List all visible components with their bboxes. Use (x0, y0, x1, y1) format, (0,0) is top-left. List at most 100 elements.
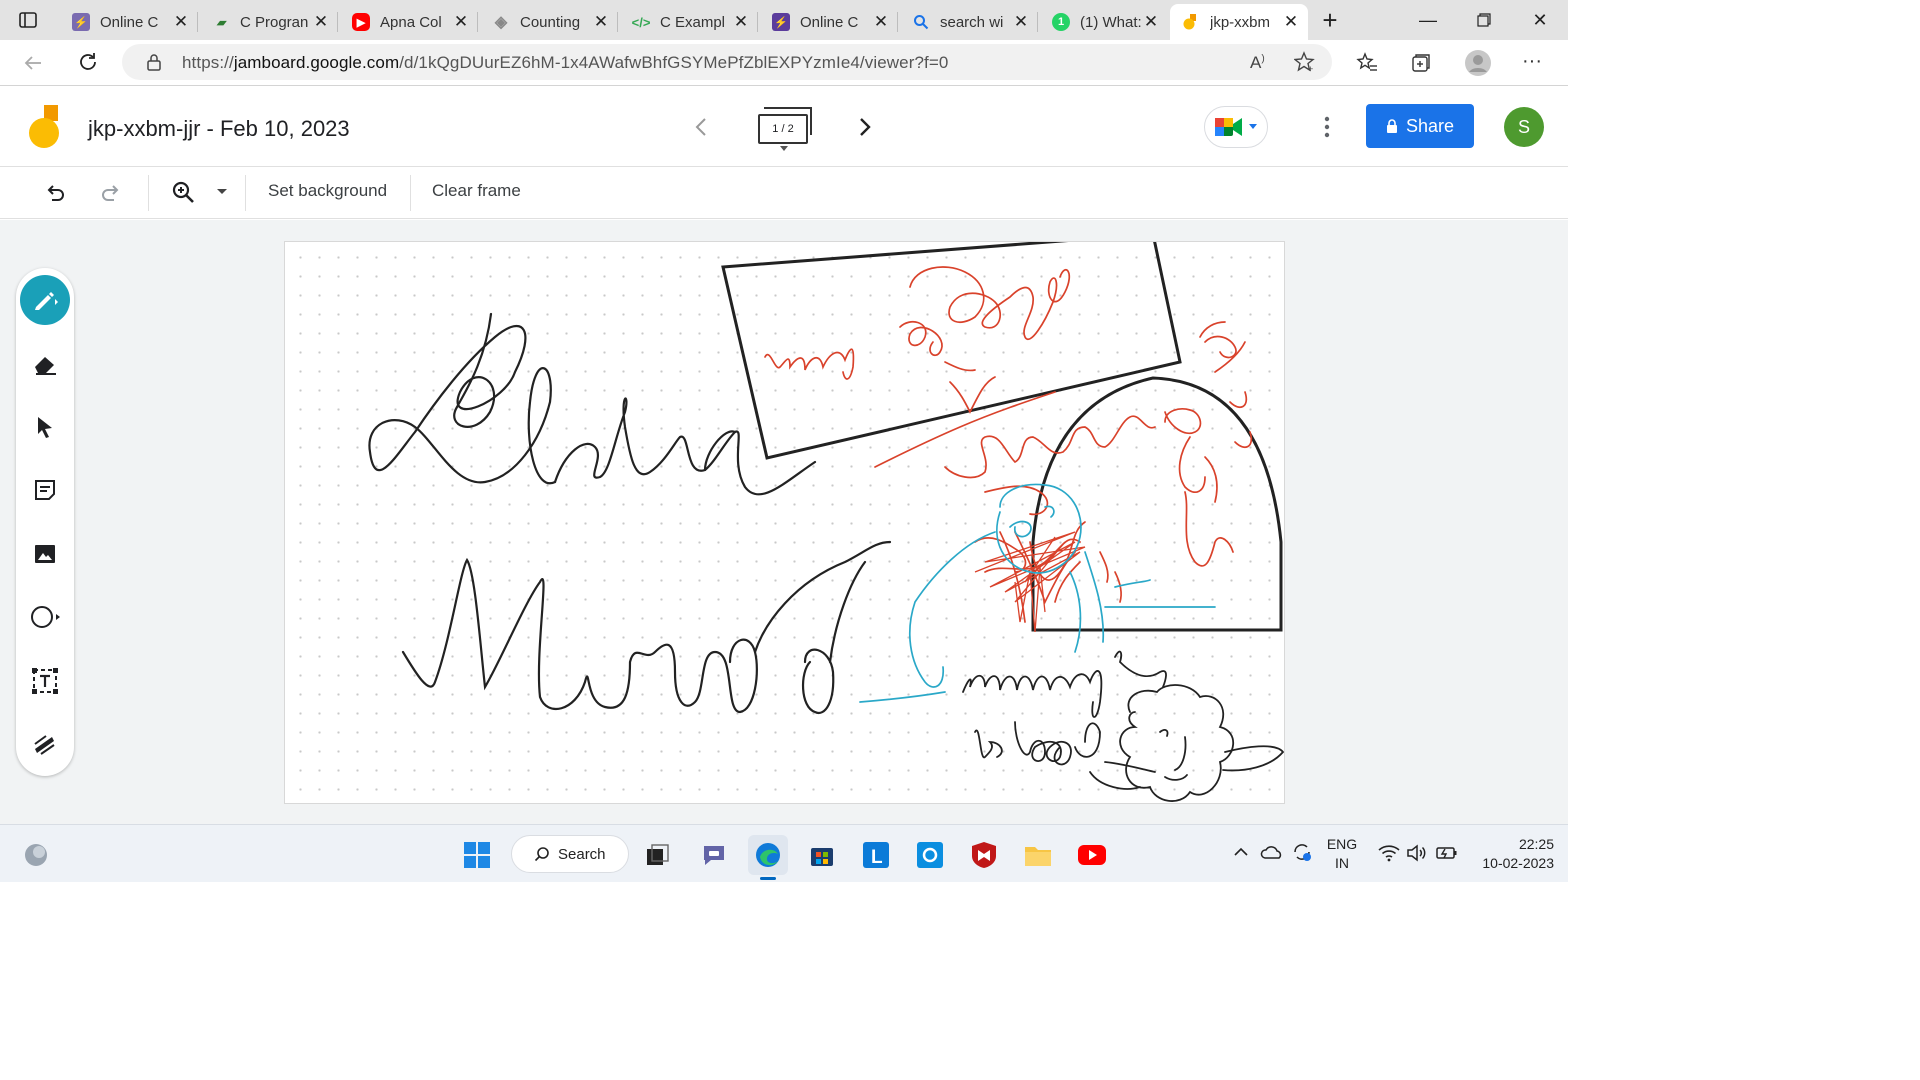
close-tab-icon[interactable]: ✕ (1142, 12, 1160, 32)
show-hidden-icons[interactable] (1234, 847, 1248, 857)
taskbar-search[interactable]: Search (511, 835, 629, 873)
chevron-down-icon[interactable] (779, 146, 789, 152)
edge-browser-icon[interactable] (748, 835, 788, 875)
close-tab-icon[interactable]: ✕ (1282, 12, 1300, 32)
minimize-icon[interactable]: — (1402, 0, 1454, 40)
laser-tool[interactable] (20, 719, 70, 769)
shape-tool[interactable] (20, 592, 70, 642)
clear-frame-button[interactable]: Clear frame (432, 181, 521, 201)
clock-time: 22:25 (1518, 836, 1554, 852)
add-favorite-icon[interactable]: + (1294, 51, 1316, 73)
teams-chat-icon[interactable] (694, 835, 734, 875)
browser-tab[interactable]: ⚡ Online C ✕ (60, 4, 198, 40)
l-app-icon[interactable]: L (856, 835, 896, 875)
redo-icon[interactable] (100, 182, 122, 204)
lock-icon[interactable] (146, 53, 162, 71)
sticky-note-tool[interactable] (20, 465, 70, 515)
zoom-icon[interactable] (171, 180, 197, 206)
close-tab-icon[interactable]: ✕ (1012, 12, 1030, 32)
close-tab-icon[interactable]: ✕ (592, 12, 610, 32)
close-tab-icon[interactable]: ✕ (312, 12, 330, 32)
language-indicator[interactable]: ENG IN (1322, 836, 1362, 871)
eraser-tool[interactable] (20, 339, 70, 389)
browser-tab[interactable]: ▰ C Progran ✕ (200, 4, 338, 40)
chevron-down-icon (1248, 124, 1258, 130)
tab-title: Online C (800, 13, 859, 31)
cortana-app-icon[interactable] (910, 835, 950, 875)
set-background-button[interactable]: Set background (268, 181, 387, 201)
c-logo-icon: ▰ (216, 16, 226, 29)
previous-frame-icon[interactable] (694, 117, 708, 137)
face-sketch (1089, 684, 1284, 802)
store-icon[interactable] (802, 835, 842, 875)
text-box-tool[interactable] (20, 656, 70, 706)
more-options-icon[interactable]: ··· (1522, 50, 1542, 73)
close-window-icon[interactable]: ✕ (1514, 0, 1566, 40)
close-tab-icon[interactable]: ✕ (452, 12, 470, 32)
start-icon[interactable] (457, 835, 497, 875)
mcafee-icon[interactable] (964, 835, 1004, 875)
tab-title: Online C (100, 13, 159, 31)
code-icon: </> (631, 14, 651, 30)
image-tool[interactable] (20, 529, 70, 579)
favorites-icon[interactable] (1356, 52, 1378, 74)
tab-actions-icon[interactable] (18, 10, 38, 30)
next-frame-icon[interactable] (858, 117, 872, 137)
close-tab-icon[interactable]: ✕ (732, 12, 750, 32)
close-tab-icon[interactable]: ✕ (872, 12, 890, 32)
select-tool[interactable] (20, 402, 70, 452)
more-vert-icon[interactable] (1324, 115, 1330, 139)
collections-icon[interactable] (1410, 52, 1432, 74)
red-scribble-cluster (974, 531, 1086, 633)
side-toolbar (16, 268, 74, 776)
meet-button[interactable] (1204, 106, 1268, 148)
read-aloud-icon[interactable]: A) (1250, 53, 1265, 73)
browser-tab[interactable]: </> C Exampl ✕ (620, 4, 758, 40)
file-explorer-icon[interactable] (1018, 835, 1058, 875)
share-button[interactable]: Share (1366, 104, 1474, 148)
tab-title: C Exampl (660, 13, 726, 31)
tab-title: Apna Col (380, 13, 442, 31)
clock-date: 10-02-2023 (1482, 855, 1554, 871)
youtube-app-icon[interactable] (1072, 835, 1112, 875)
battery-icon[interactable] (1436, 845, 1458, 861)
svg-text:+: + (1308, 64, 1313, 73)
search-icon (534, 846, 550, 862)
arch-shape (1031, 376, 1283, 632)
frame-indicator[interactable]: 1 / 2 (758, 114, 808, 144)
back-icon[interactable] (22, 52, 44, 74)
task-view-icon[interactable] (638, 835, 678, 875)
clock[interactable]: 22:25 10-02-2023 (1470, 836, 1554, 871)
lightning-icon: ⚡ (772, 13, 790, 31)
wifi-icon[interactable] (1378, 844, 1400, 862)
jamboard-header: jkp-xxbm-jjr - Feb 10, 2023 1 / 2 Share … (0, 87, 1568, 167)
browser-tab[interactable]: search wi ✕ (900, 4, 1038, 40)
new-tab-icon[interactable]: + (1304, 0, 1356, 40)
pen-tool[interactable] (20, 275, 70, 325)
browser-tab[interactable]: ▶ Apna Col ✕ (340, 4, 478, 40)
browser-tab[interactable]: ⚡ Online C ✕ (760, 4, 898, 40)
restore-icon[interactable] (1458, 0, 1510, 40)
tab-title: jkp-xxbm (1210, 13, 1271, 31)
undo-icon[interactable] (44, 182, 66, 204)
zoom-dropdown-icon[interactable] (217, 189, 227, 195)
jamboard-logo-icon[interactable] (28, 104, 62, 150)
profile-avatar-icon[interactable] (1464, 49, 1492, 77)
url-field[interactable]: https://jamboard.google.com/d/1kQgDUurEZ… (122, 44, 1332, 80)
onedrive-icon[interactable] (1260, 844, 1284, 860)
browser-tab[interactable]: 1 (1) What: ✕ (1040, 4, 1168, 40)
refresh-icon[interactable] (77, 51, 99, 73)
jam-frame-canvas[interactable] (284, 241, 1285, 804)
browser-tab[interactable]: ◈ Counting ✕ (480, 4, 618, 40)
eraser-icon (32, 353, 58, 375)
sync-icon[interactable] (1291, 841, 1313, 863)
laser-icon (32, 732, 58, 756)
weather-icon[interactable] (16, 835, 56, 875)
taskbar-search-label: Search (558, 845, 606, 863)
volume-icon[interactable] (1407, 844, 1427, 862)
browser-tab-active[interactable]: jkp-xxbm ✕ (1170, 4, 1308, 40)
account-avatar[interactable]: S (1504, 107, 1544, 147)
browser-tab-strip: ⚡ Online C ✕ ▰ C Progran ✕ ▶ Apna Col ✕ … (0, 0, 1568, 40)
close-tab-icon[interactable]: ✕ (172, 12, 190, 32)
document-title[interactable]: jkp-xxbm-jjr - Feb 10, 2023 (88, 116, 350, 142)
